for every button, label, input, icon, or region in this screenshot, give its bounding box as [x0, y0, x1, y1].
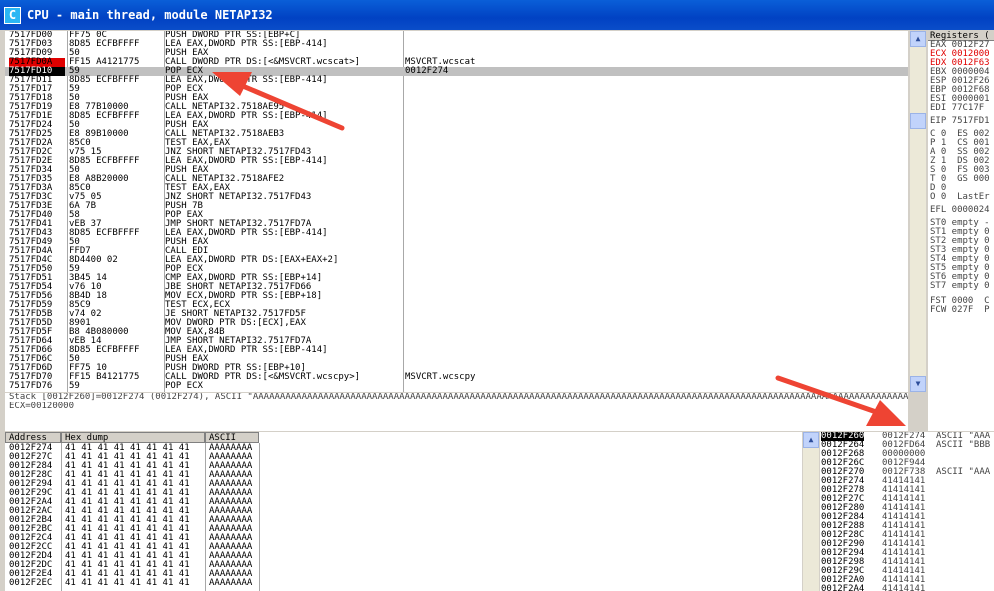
annotation-arrow-2	[775, 375, 906, 426]
annotation-arrow-1	[212, 72, 345, 131]
annotation-arrows	[212, 72, 906, 426]
